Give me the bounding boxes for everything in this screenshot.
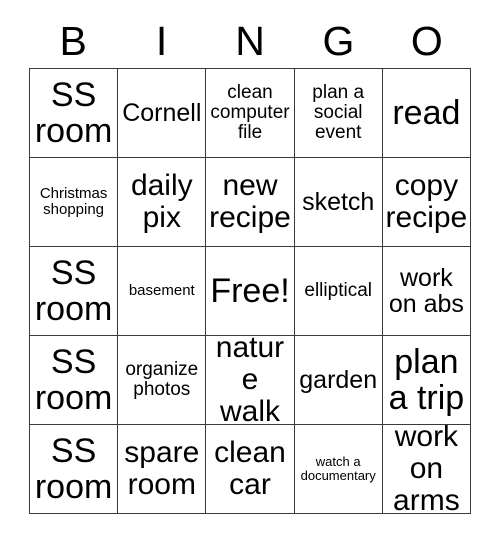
bingo-cell-i5[interactable]: spare room — [118, 425, 207, 514]
bingo-cell-b5[interactable]: SS room — [30, 425, 119, 514]
bingo-cell-n5[interactable]: clean car — [206, 425, 295, 514]
bingo-cell-n1[interactable]: clean computer file — [206, 69, 295, 158]
header-letter-text: N — [235, 17, 265, 64]
bingo-cell-label: read — [392, 93, 461, 132]
bingo-header-letter-g: G — [294, 14, 382, 68]
bingo-header-letter-i: I — [117, 14, 205, 68]
bingo-cell-label: sketch — [302, 187, 375, 216]
bingo-header-letter-b: B — [29, 14, 117, 68]
bingo-cell-o3[interactable]: work on abs — [382, 247, 471, 336]
bingo-cell-label: copy recipe — [385, 169, 468, 234]
bingo-cell-label: elliptical — [304, 279, 372, 301]
bingo-cell-label: plan a trip — [388, 342, 465, 417]
bingo-cell-label: new recipe — [209, 169, 291, 234]
bingo-cell-label: Cornell — [122, 98, 202, 127]
bingo-cell-label: Free! — [210, 271, 290, 310]
bingo-cell-o2[interactable]: copy recipe — [382, 158, 471, 247]
bingo-cell-g4[interactable]: garden — [294, 336, 383, 425]
bingo-cell-i4[interactable]: organize photos — [118, 336, 207, 425]
bingo-cell-label: SS room — [34, 253, 113, 328]
bingo-grid: SS room Cornell clean computer file plan… — [29, 68, 471, 514]
bingo-cell-label: work on arms — [393, 425, 460, 514]
bingo-cell-label: nature walk — [215, 336, 285, 425]
bingo-header-letter-o: O — [383, 14, 471, 68]
bingo-cell-label: SS room — [34, 431, 113, 506]
bingo-cell-label: watch a documentary — [300, 454, 376, 483]
bingo-cell-g3[interactable]: elliptical — [294, 247, 383, 336]
bingo-cell-label: basement — [128, 282, 195, 300]
bingo-cell-g5[interactable]: watch a documentary — [294, 425, 383, 514]
bingo-cell-label: plan a social event — [312, 81, 365, 144]
bingo-cell-n2[interactable]: new recipe — [206, 158, 295, 247]
bingo-cell-n4[interactable]: nature walk — [206, 336, 295, 425]
header-letter-text: O — [410, 17, 443, 64]
bingo-cell-label: clean car — [214, 436, 286, 501]
bingo-cell-g2[interactable]: sketch — [294, 158, 383, 247]
bingo-cell-i3[interactable]: basement — [118, 247, 207, 336]
bingo-cell-b1[interactable]: SS room — [30, 69, 119, 158]
bingo-cell-i2[interactable]: daily pix — [118, 158, 207, 247]
bingo-cell-label: spare room — [124, 436, 200, 501]
bingo-cell-b2[interactable]: Christmas shopping — [30, 158, 119, 247]
bingo-cell-i1[interactable]: Cornell — [118, 69, 207, 158]
bingo-cell-o4[interactable]: plan a trip — [382, 336, 471, 425]
bingo-cell-g1[interactable]: plan a social event — [294, 69, 383, 158]
header-letter-text: B — [59, 17, 87, 64]
bingo-header-letter-n: N — [206, 14, 294, 68]
bingo-cell-label: SS room — [34, 342, 113, 417]
bingo-cell-label: clean computer file — [210, 81, 290, 144]
bingo-card: B I N G O SS room Cornell clean computer… — [0, 0, 500, 544]
bingo-cell-label: Christmas shopping — [39, 185, 108, 218]
header-letter-text: G — [322, 17, 355, 64]
bingo-cell-label: daily pix — [130, 169, 193, 234]
bingo-cell-o5[interactable]: work on arms — [382, 425, 471, 514]
bingo-cell-b4[interactable]: SS room — [30, 336, 119, 425]
bingo-cell-label: work on abs — [388, 263, 464, 318]
bingo-cell-o1[interactable]: read — [382, 69, 471, 158]
bingo-cell-label: SS room — [34, 75, 113, 150]
bingo-cell-b3[interactable]: SS room — [30, 247, 119, 336]
header-letter-text: I — [155, 17, 168, 64]
bingo-header-row: B I N G O — [29, 14, 471, 68]
bingo-cell-label: garden — [299, 365, 378, 394]
bingo-cell-label: organize photos — [125, 358, 199, 400]
bingo-cell-free-space[interactable]: Free! — [206, 247, 295, 336]
